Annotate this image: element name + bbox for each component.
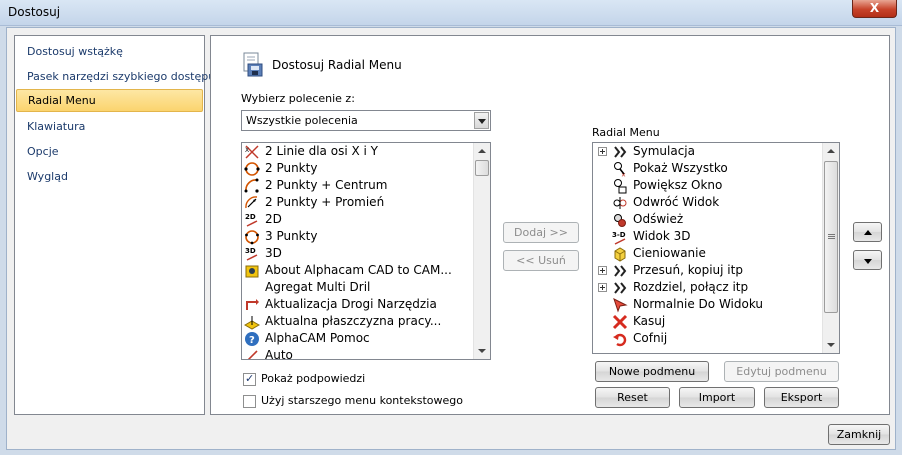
command-source-dropdown[interactable]: Wszystkie polecenia (241, 110, 491, 131)
triangle-down-icon (863, 259, 872, 264)
chevron-down-icon[interactable] (474, 112, 489, 129)
scroll-up-icon[interactable] (823, 143, 839, 160)
import-button[interactable]: Import (679, 387, 755, 408)
command-source-value: Wszystkie polecenia (246, 114, 358, 127)
show-tips-checkbox[interactable] (243, 372, 256, 386)
delete-x-icon (612, 314, 628, 330)
3d-icon: 3D (245, 247, 258, 261)
radial-menu-tree[interactable]: Symulacja ✕ Pokaż Wszystko Powiększ Okno… (592, 142, 840, 354)
show-tips-label: Pokaż podpowiedzi (261, 372, 366, 385)
arc-center-icon (244, 178, 259, 193)
choose-command-label: Wybierz polecenie z: (241, 92, 355, 105)
move-up-button[interactable] (853, 222, 882, 242)
refresh-icon (614, 214, 626, 227)
2d-icon: 2D (245, 213, 258, 227)
work-plane-icon (244, 316, 260, 330)
dialog-client-area: Dostosuj wstążkę Pasek narzędzi szybkieg… (6, 27, 896, 450)
circle-2-points-icon (244, 162, 260, 176)
new-submenu-button[interactable]: Nowe podmenu (595, 361, 709, 382)
scroll-down-icon[interactable] (474, 342, 490, 359)
arc-radius-icon (245, 196, 258, 209)
legacy-menu-checkbox[interactable] (243, 395, 256, 408)
commands-scrollbar[interactable] (473, 143, 490, 359)
toolpath-update-icon (246, 299, 259, 310)
window-title: Dostosuj (8, 5, 61, 19)
triangle-up-icon (863, 230, 872, 235)
nav-item-keyboard[interactable]: Klawiatura (16, 115, 203, 138)
close-window-button[interactable]: X (852, 0, 897, 18)
expand-icon[interactable] (598, 147, 607, 156)
help-icon: ? (245, 332, 259, 346)
radial-menu-list-label: Radial Menu (592, 126, 660, 139)
svg-text:X: X (245, 147, 249, 154)
shading-cube-icon (614, 247, 626, 262)
close-button[interactable]: Zamknij (828, 424, 890, 445)
radial-menu-panel: Dostosuj Radial Menu Wybierz polecenie z… (210, 35, 890, 415)
scroll-thumb[interactable] (475, 160, 489, 176)
nav-item-options[interactable]: Opcje (16, 140, 203, 163)
reset-button[interactable]: Reset (595, 387, 670, 408)
radial-menu-icon (243, 52, 263, 77)
expand-icon[interactable] (598, 266, 607, 275)
commands-list[interactable]: X 2 Linie dla osi X i Y 2 Punkty 2 Punkt… (241, 142, 491, 360)
lines-xy-icon: X (245, 145, 259, 159)
svg-text:?: ? (249, 335, 255, 346)
auto-icon (247, 350, 258, 359)
category-nav: Dostosuj wstążkę Pasek narzędzi szybkieg… (14, 35, 215, 415)
nav-item-radial-menu[interactable]: Radial Menu (16, 89, 203, 112)
move-down-button[interactable] (853, 250, 882, 270)
title-bar: Dostosuj X (0, 0, 902, 26)
double-chevron-icon (614, 146, 627, 158)
double-chevron-icon (614, 265, 627, 277)
remove-command-button[interactable]: << Usuń (503, 250, 579, 271)
panel-title: Dostosuj Radial Menu (272, 58, 402, 72)
nav-item-ribbon[interactable]: Dostosuj wstążkę (16, 40, 203, 63)
export-button[interactable]: Eksport (764, 387, 839, 408)
expand-icon[interactable] (598, 283, 607, 292)
add-command-button[interactable]: Dodaj >> (503, 222, 579, 243)
undo-icon (613, 333, 627, 347)
flip-view-icon (613, 197, 627, 209)
nav-item-quick-access[interactable]: Pasek narzędzi szybkiego dostępu (16, 65, 215, 88)
view-3d-icon: 3-D (612, 231, 626, 245)
svg-text:3-D: 3-D (612, 231, 626, 239)
scroll-up-icon[interactable] (474, 143, 490, 160)
zoom-all-icon: ✕ (614, 162, 626, 177)
svg-text:3D: 3D (245, 247, 256, 255)
normal-view-icon (613, 298, 628, 313)
zoom-window-icon (614, 179, 627, 194)
edit-submenu-button[interactable]: Edytuj podmenu (724, 361, 839, 382)
circle-3-points-icon (245, 230, 259, 245)
nav-item-appearance[interactable]: Wygląd (16, 165, 203, 188)
legacy-menu-label: Użyj starszego menu kontekstowego (261, 394, 463, 407)
radial-tree-scrollbar[interactable] (822, 143, 839, 353)
svg-text:✕: ✕ (621, 172, 626, 177)
scroll-down-icon[interactable] (823, 336, 839, 353)
svg-text:2D: 2D (245, 213, 256, 221)
double-chevron-icon (614, 282, 627, 294)
scroll-thumb[interactable] (824, 161, 838, 313)
about-icon (245, 265, 259, 278)
